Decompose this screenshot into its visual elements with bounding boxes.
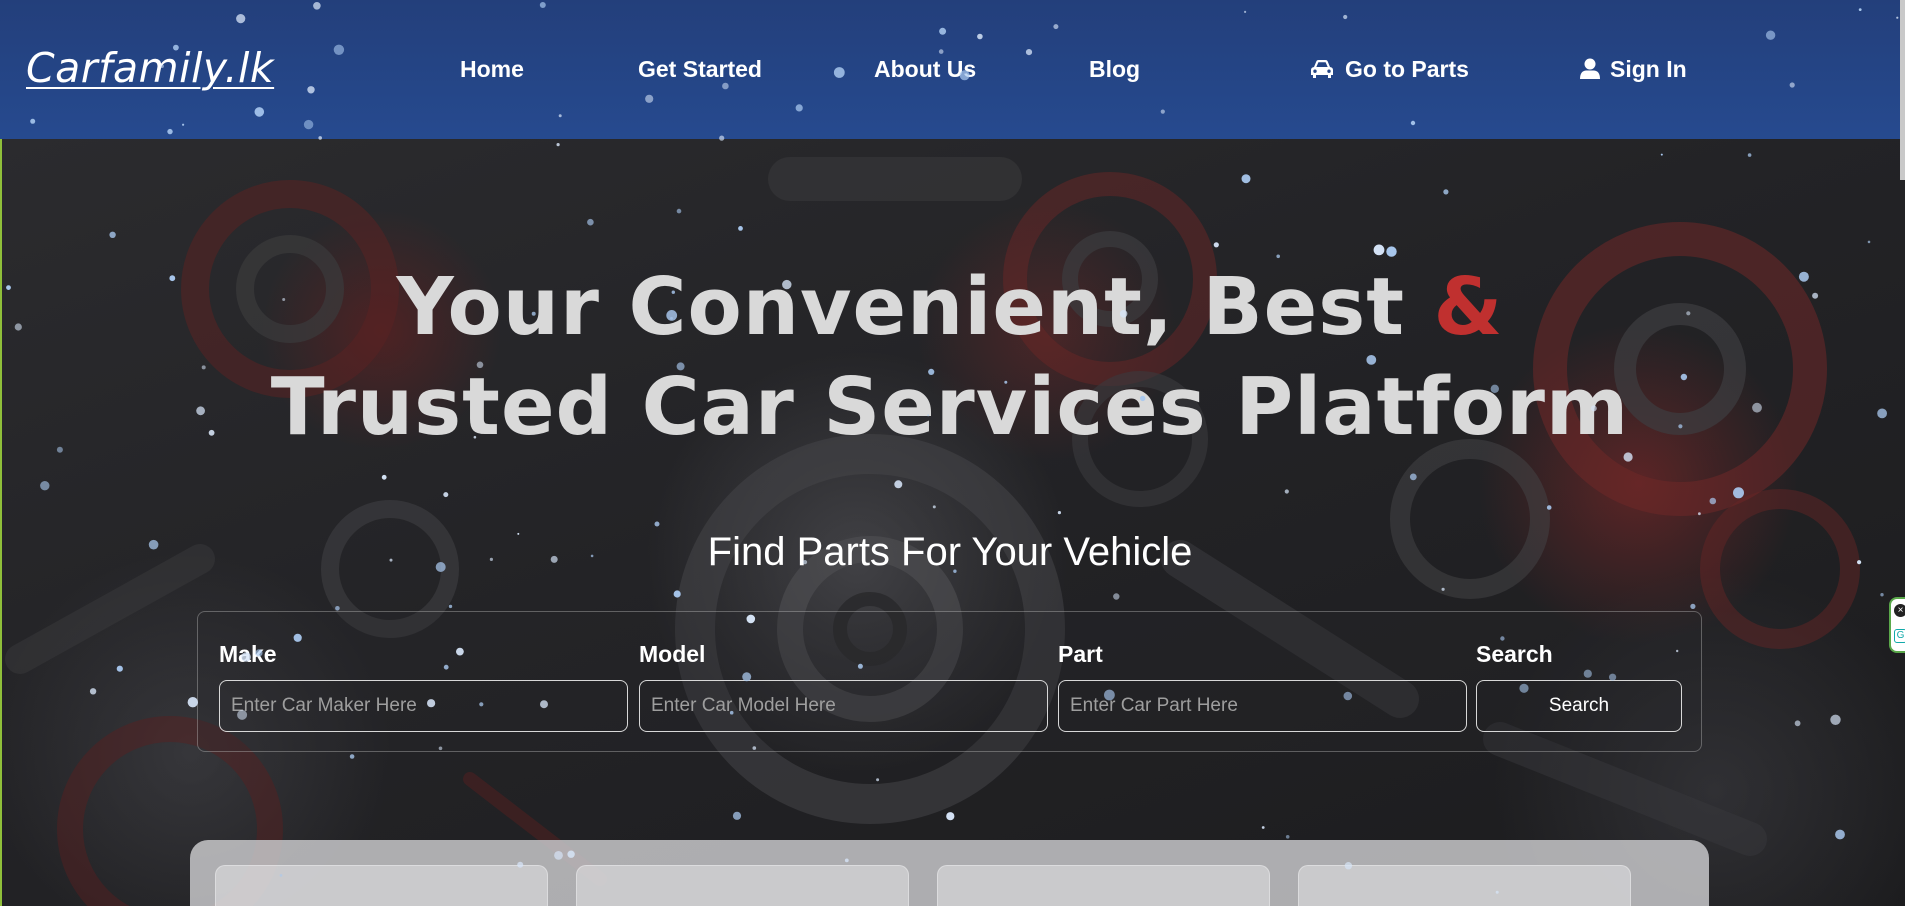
car-icon <box>1311 60 1333 78</box>
model-label: Model <box>639 641 706 667</box>
feature-card[interactable] <box>937 865 1270 906</box>
part-input[interactable] <box>1058 680 1467 732</box>
nav-blog-label: Blog <box>1089 55 1141 82</box>
nav-about-us-label: About Us <box>874 55 977 82</box>
hero-section: Your Convenient, Best & Trusted Car Serv… <box>0 139 1905 906</box>
model-input[interactable] <box>639 680 1048 732</box>
car-parts-background <box>5 157 1860 906</box>
nav-about-us[interactable]: About Us <box>874 52 976 86</box>
floating-widget[interactable]: × G <box>1889 597 1905 653</box>
nav-get-started[interactable]: Get Started <box>638 52 762 86</box>
hero-headline-line2: Trusted Car Services Platform <box>270 361 1630 453</box>
hero-headline-ampersand: & <box>1433 261 1504 353</box>
nav-sign-in[interactable]: Sign In <box>1580 52 1687 86</box>
search-button[interactable]: Search <box>1476 680 1682 732</box>
hero-headline-line1: Your Convenient, Best & <box>0 257 1900 357</box>
part-label: Part <box>1058 641 1103 667</box>
find-parts-heading: Find Parts For Your Vehicle <box>707 530 1193 574</box>
parts-search-form: Make Model Part Search Search <box>197 611 1702 752</box>
nav-blog[interactable]: Blog <box>1089 52 1140 86</box>
make-label: Make <box>219 641 277 667</box>
feature-card[interactable] <box>576 865 909 906</box>
page-edge-highlight <box>0 139 2 906</box>
feature-card[interactable] <box>215 865 548 906</box>
nav-home[interactable]: Home <box>460 52 524 86</box>
user-icon <box>1580 58 1600 79</box>
main-nav: Home Get Started About Us Blog Go to Par… <box>0 52 1905 86</box>
top-navigation-bar: Carfamily.lk Home Get Started About Us B… <box>0 0 1905 139</box>
nav-sign-in-label: Sign In <box>1610 55 1687 82</box>
scrollbar-thumb[interactable] <box>1900 0 1905 180</box>
feature-card[interactable] <box>1298 865 1631 906</box>
make-input[interactable] <box>219 680 628 732</box>
hero-headline-line1-text: Your Convenient, Best <box>396 261 1406 353</box>
translate-icon[interactable]: G <box>1894 629 1905 643</box>
nav-get-started-label: Get Started <box>638 55 762 82</box>
nav-go-to-parts[interactable]: Go to Parts <box>1309 52 1469 86</box>
search-label: Search <box>1476 641 1553 667</box>
nav-home-label: Home <box>460 55 524 82</box>
close-icon[interactable]: × <box>1894 604 1905 617</box>
featured-cards-panel <box>190 840 1709 906</box>
nav-go-to-parts-label: Go to Parts <box>1345 55 1469 82</box>
hero-headline: Your Convenient, Best & Trusted Car Serv… <box>0 257 1900 457</box>
